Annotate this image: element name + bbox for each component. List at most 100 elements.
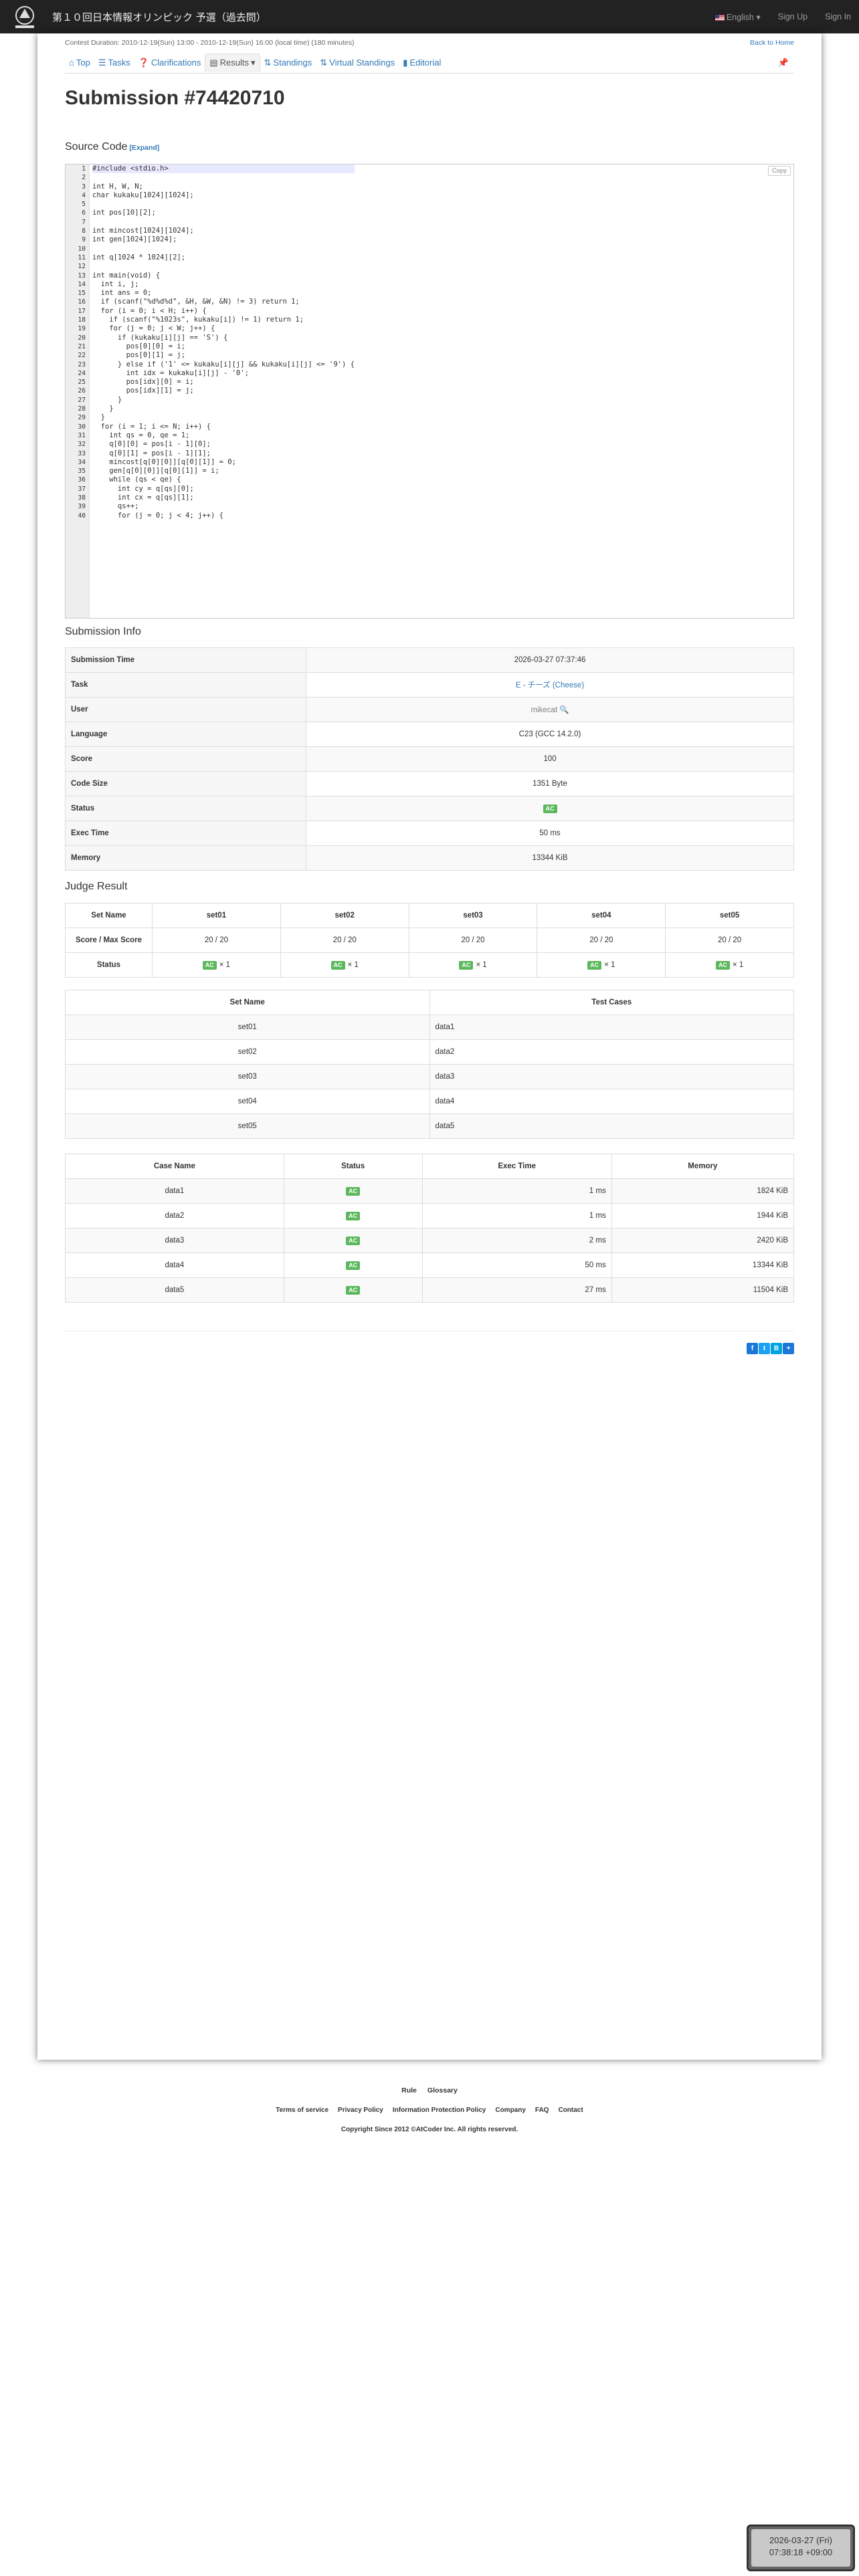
info-row: Code Size 1351 Byte: [65, 771, 794, 796]
info-row: Score 100: [65, 746, 794, 772]
search-icon[interactable]: 🔍: [559, 706, 569, 714]
copy-button[interactable]: Copy: [767, 166, 791, 176]
info-row: Language C23 (GCC 14.2.0): [65, 722, 794, 747]
task-link[interactable]: E - チーズ (Cheese): [516, 681, 584, 689]
tab-results[interactable]: ▤ Results ▾: [205, 53, 260, 72]
info-label: Task: [65, 672, 306, 697]
table-row: set01 data1: [65, 1014, 794, 1040]
set-status: AC × 1: [152, 952, 281, 978]
footer-link[interactable]: FAQ: [535, 2107, 549, 2114]
tab-editorial[interactable]: ▮ Editorial: [399, 53, 445, 72]
info-label: Score: [65, 746, 306, 772]
pin-icon[interactable]: 📌: [778, 58, 789, 68]
footer: Rule Glossary Terms of service Privacy Pol…: [0, 2086, 859, 2133]
set-name: set01: [152, 903, 281, 928]
tab-editorial-label: Editorial: [409, 58, 442, 68]
copyright: Copyright Since 2012 ©AtCoder Inc. All r…: [341, 2126, 518, 2133]
info-value-text: 13344 KiB: [532, 854, 568, 862]
info-label: Exec Time: [65, 821, 306, 846]
back-to-home-link[interactable]: Back to Home: [750, 39, 794, 47]
code-line: gen[q[0][0]][q[0][1]] = i;: [92, 467, 219, 475]
tab-standings[interactable]: ⇅ Standings: [260, 53, 316, 72]
case-memory: 1944 KiB: [611, 1203, 795, 1228]
line-number: 25: [78, 379, 86, 387]
line-number: 2: [82, 174, 86, 182]
code-line: }: [92, 413, 105, 422]
code-line: for (i = 1; i <= N; i++) {: [92, 422, 211, 431]
footer-link[interactable]: Terms of service: [276, 2107, 328, 2114]
status-count: × 1: [732, 960, 744, 969]
facebook-icon[interactable]: f: [747, 1343, 758, 1354]
test-cases-cell: data1: [429, 1014, 794, 1040]
tab-virtual-standings[interactable]: ⇅ Virtual Standings: [316, 53, 399, 72]
main-container: Contest Duration: 2010-12-19(Sun) 13:00 …: [37, 33, 822, 2060]
line-number: 5: [82, 201, 86, 209]
judge-summary: Set Name set01 set02 set03 set04 set05 Score …: [65, 903, 794, 978]
set-name: set05: [665, 903, 794, 928]
twitter-icon[interactable]: t: [759, 1343, 770, 1354]
line-number: 38: [78, 494, 86, 502]
info-label: User: [65, 697, 306, 722]
hatena-icon[interactable]: B: [771, 1343, 782, 1354]
tab-top[interactable]: ⌂ Top: [65, 53, 94, 72]
info-value: mikecat 🔍: [306, 697, 794, 722]
set-name: set03: [408, 903, 538, 928]
us-flag-icon: [714, 14, 725, 21]
navbar: 第１０回日本情報オリンピック 予選（過去問） English ▾ Sign Up…: [0, 0, 859, 33]
expand-link[interactable]: [Expand]: [129, 144, 159, 152]
info-row: User mikecat 🔍: [65, 697, 794, 722]
footer-link[interactable]: Privacy Policy: [338, 2107, 383, 2114]
case-memory: 2420 KiB: [611, 1228, 795, 1253]
code-line: while (qs < qe) {: [92, 475, 181, 484]
footer-link[interactable]: Information Protection Policy: [393, 2107, 486, 2114]
info-value: 1351 Byte: [306, 771, 794, 796]
code-lines: #include <stdio.h> int H, W, N; char kukak…: [92, 165, 355, 520]
status-badge: AC: [715, 960, 730, 970]
set-name-header: Set Name: [65, 903, 153, 928]
status-badge: AC: [587, 960, 602, 970]
sort-icon: ⇅: [264, 57, 272, 68]
case-status: AC: [283, 1277, 423, 1303]
set-status: AC × 1: [408, 952, 538, 978]
info-value: 100: [306, 746, 794, 772]
case-memory: 1824 KiB: [611, 1178, 795, 1204]
test-cases-cell: data4: [429, 1089, 794, 1114]
info-value: AC: [306, 796, 794, 821]
info-row: Task E - チーズ (Cheese): [65, 672, 794, 697]
judge-result-heading: Judge Result: [65, 881, 128, 892]
info-value: E - チーズ (Cheese): [306, 672, 794, 697]
status-badge: AC: [459, 960, 474, 970]
footer-link[interactable]: Glossary: [427, 2086, 458, 2095]
code-line: int i, j;: [92, 280, 139, 288]
sign-up-link[interactable]: Sign Up: [778, 12, 807, 21]
tab-tasks[interactable]: ☰ Tasks: [94, 53, 134, 72]
line-number: 24: [78, 369, 86, 377]
plus-icon[interactable]: +: [783, 1343, 794, 1354]
language-dropdown[interactable]: English ▾: [714, 12, 761, 22]
table-row: data4 AC 50 ms 13344 KiB: [65, 1253, 795, 1278]
code-line: int q[1024 * 1024][2];: [92, 253, 186, 261]
status-count: × 1: [476, 960, 487, 969]
contest-title[interactable]: 第１０回日本情報オリンピック 予選（過去問）: [52, 10, 266, 24]
code-line: if (scanf("%1023s", kukaku[i]) != 1) ret…: [92, 316, 304, 324]
line-number: 7: [82, 218, 86, 226]
sign-in-link[interactable]: Sign In: [825, 12, 851, 21]
code-line: int ans = 0;: [92, 289, 152, 298]
footer-link[interactable]: Company: [495, 2107, 526, 2114]
footer-link[interactable]: Rule: [401, 2086, 417, 2095]
code-line: int mincost[1024][1024];: [92, 227, 194, 235]
atcoder-logo[interactable]: [7, 1, 43, 32]
code-line: #include <stdio.h>: [92, 165, 355, 174]
score-header: Score / Max Score: [65, 928, 153, 953]
footer-link[interactable]: Contact: [558, 2107, 583, 2114]
status-count: × 1: [219, 960, 231, 969]
line-number: 14: [78, 280, 86, 288]
code-viewer[interactable]: 1 2 3 4 5 6 7 8 9 10 11 12 13 14 15 16 17 18 19 20 21 22 23 24 2…: [65, 164, 794, 619]
tab-clarifications[interactable]: ❓ Clarifications: [134, 53, 205, 72]
case-header-name: Case Name: [65, 1154, 284, 1179]
status-badge: AC: [346, 1261, 361, 1270]
code-line: qs++;: [92, 502, 139, 511]
user-link[interactable]: mikecat: [531, 706, 558, 714]
